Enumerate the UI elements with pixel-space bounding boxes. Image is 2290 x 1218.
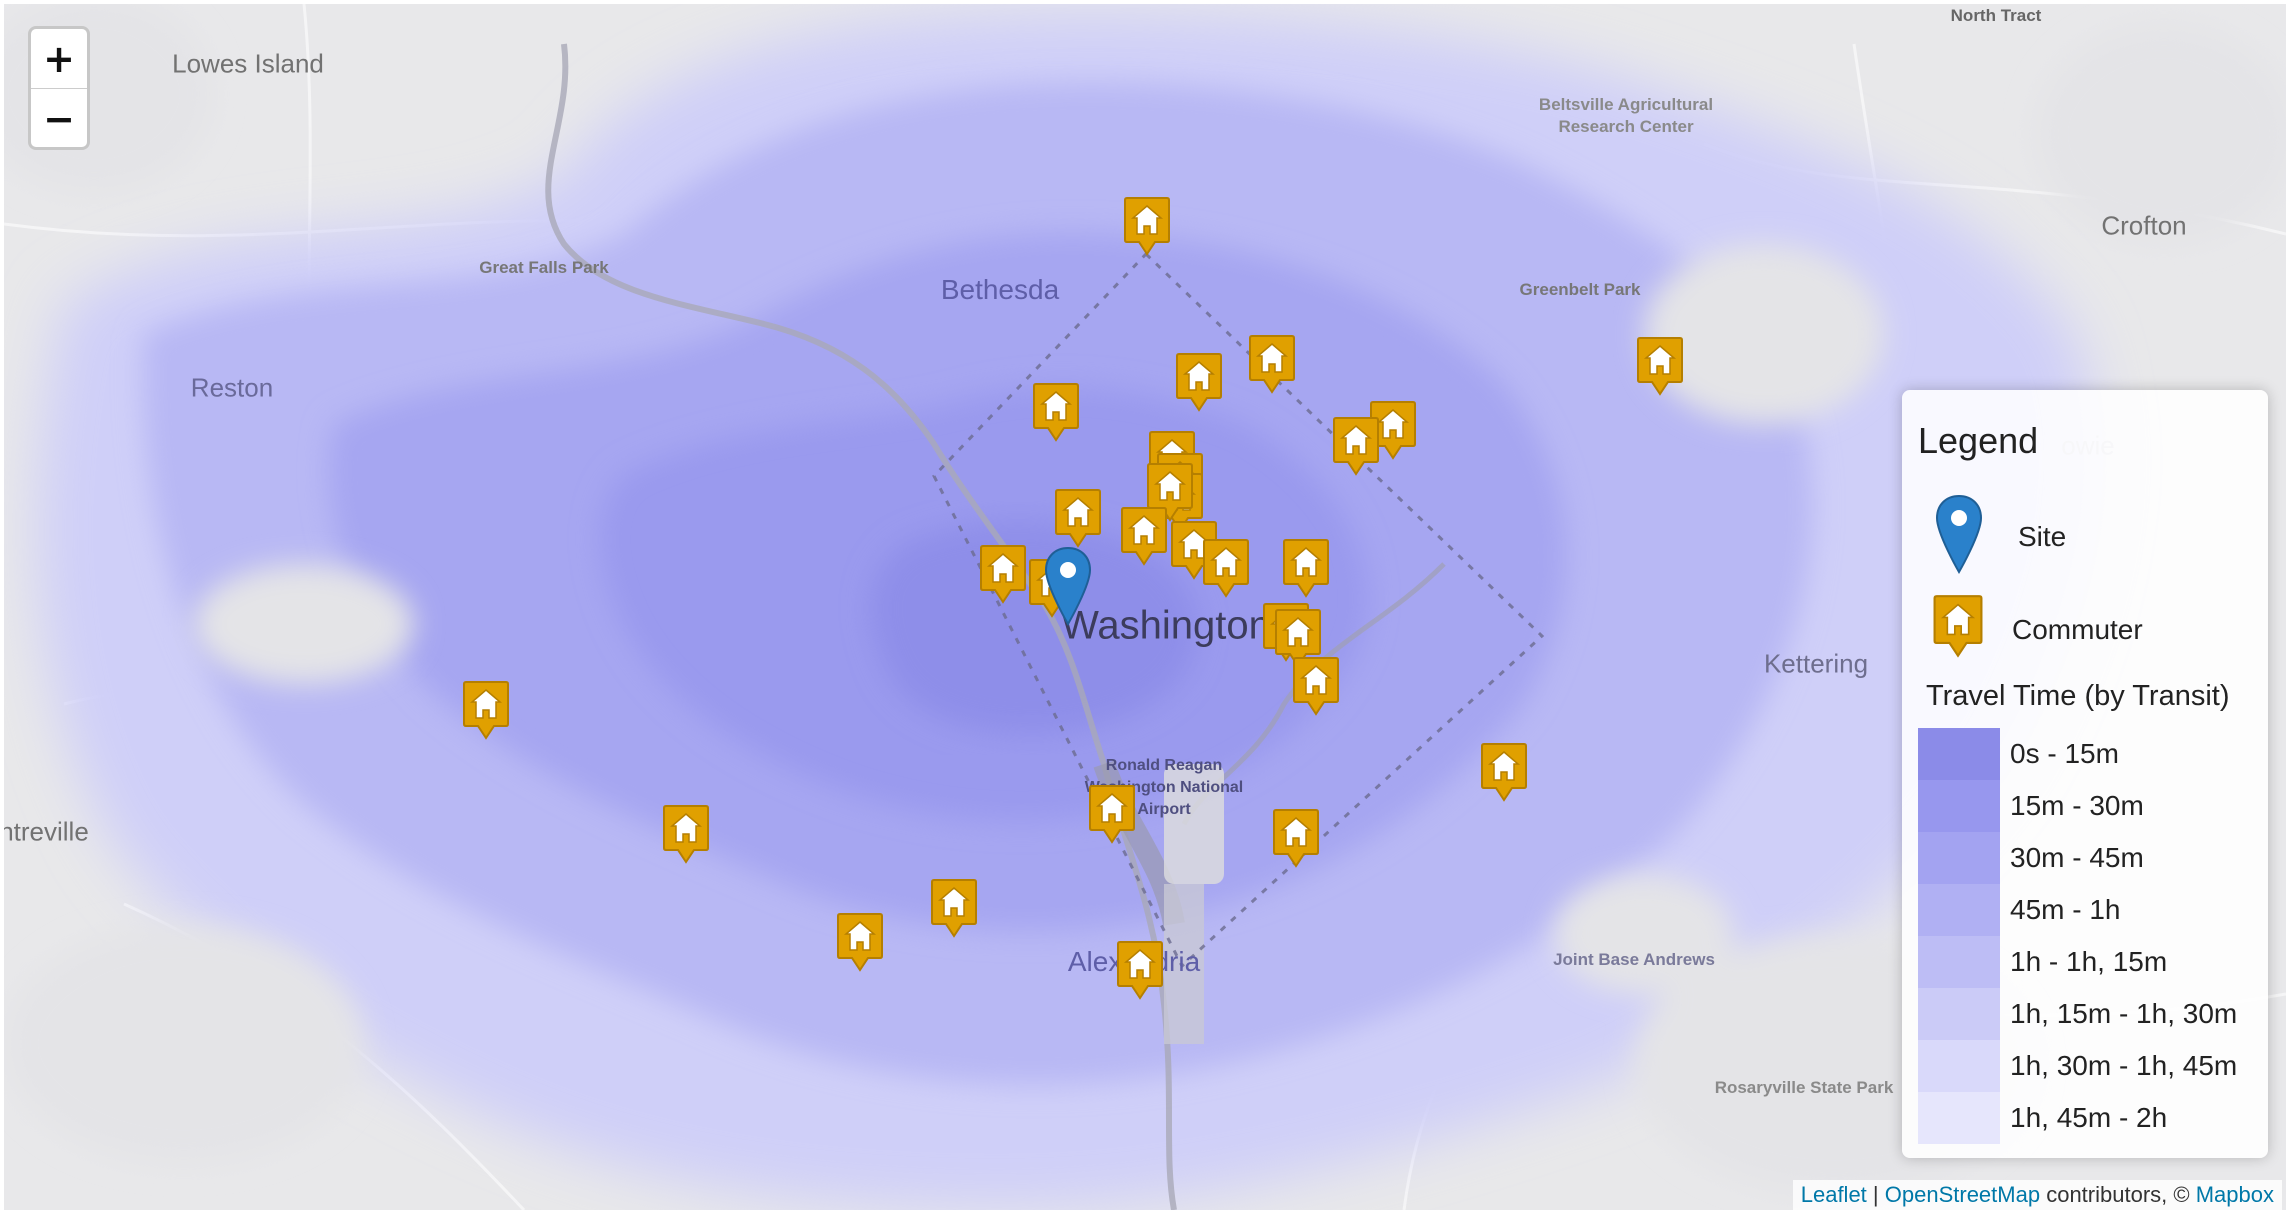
commuter-marker-icon[interactable] bbox=[1248, 334, 1296, 396]
travel-time-swatch bbox=[1918, 988, 2000, 1040]
map-canvas[interactable]: North Tract Lowes Island Beltsville Agri… bbox=[4, 4, 2286, 1210]
site-marker-icon[interactable] bbox=[1043, 546, 1093, 626]
commuter-marker-icon[interactable] bbox=[1123, 196, 1171, 258]
commuter-marker-icon[interactable] bbox=[462, 680, 510, 742]
travel-time-swatch bbox=[1918, 780, 2000, 832]
commuter-marker-icon[interactable] bbox=[1636, 336, 1684, 398]
travel-time-bin: 1h - 1h, 15m bbox=[1918, 936, 2258, 988]
commuter-marker-icon[interactable] bbox=[1032, 382, 1080, 444]
travel-time-bin: 45m - 1h bbox=[1918, 884, 2258, 936]
map-attribution: Leaflet | OpenStreetMap contributors, © … bbox=[1792, 1180, 2282, 1210]
legend-commuter-label: Commuter bbox=[2012, 613, 2143, 645]
travel-time-bin: 1h, 15m - 1h, 30m bbox=[1918, 988, 2258, 1040]
house-marker-icon bbox=[1932, 594, 1984, 665]
commuter-marker-icon[interactable] bbox=[1480, 742, 1528, 804]
travel-time-bin: 1h, 45m - 2h bbox=[1918, 1092, 2258, 1144]
place-label: Greenbelt Park bbox=[1519, 280, 1641, 299]
legend-site-entry: Site bbox=[1932, 494, 2066, 579]
travel-time-bin: 15m - 30m bbox=[1918, 780, 2258, 832]
mapbox-link[interactable]: Mapbox bbox=[2196, 1182, 2274, 1207]
place-label: Reston bbox=[190, 372, 274, 403]
commuter-marker-icon[interactable] bbox=[1332, 416, 1380, 478]
place-label: Kettering bbox=[1763, 648, 1869, 679]
travel-time-label: 0s - 15m bbox=[2010, 738, 2119, 769]
place-label: Great Falls Park bbox=[479, 258, 609, 277]
travel-time-label: 1h - 1h, 15m bbox=[2010, 946, 2168, 977]
commuter-marker-icon[interactable] bbox=[1054, 488, 1102, 550]
travel-time-label: 1h, 30m - 1h, 45m bbox=[2010, 1050, 2238, 1081]
place-label: Bethesda bbox=[940, 274, 1060, 305]
attribution-separator: | bbox=[1872, 1182, 1879, 1207]
travel-time-title: Travel Time (by Transit) bbox=[1926, 680, 2230, 712]
travel-time-swatch bbox=[1918, 1092, 2000, 1144]
travel-time-swatch bbox=[1918, 884, 2000, 936]
openstreetmap-link[interactable]: OpenStreetMap bbox=[1885, 1182, 2040, 1207]
legend-commuter-entry: Commuter bbox=[1932, 594, 2143, 665]
travel-time-swatch bbox=[1918, 1040, 2000, 1092]
commuter-marker-icon[interactable] bbox=[1202, 538, 1250, 600]
travel-time-label: 30m - 45m bbox=[2010, 842, 2144, 873]
commuter-marker-icon[interactable] bbox=[1272, 808, 1320, 870]
travel-time-label: 45m - 1h bbox=[2010, 894, 2121, 925]
place-label: Rosaryville State Park bbox=[1714, 1078, 1894, 1097]
commuter-marker-icon[interactable] bbox=[662, 804, 710, 866]
place-label: ntreville bbox=[4, 816, 89, 847]
place-label: Beltsville Agricultural Research Center bbox=[1538, 95, 1714, 136]
travel-time-swatch bbox=[1918, 832, 2000, 884]
zoom-control: + − bbox=[28, 26, 90, 150]
place-label: Joint Base Andrews bbox=[1553, 950, 1715, 969]
commuter-marker-icon[interactable] bbox=[1175, 352, 1223, 414]
travel-time-label: 15m - 30m bbox=[2010, 790, 2144, 821]
legend-panel: Legend Site Commuter Travel Time (by Tra… bbox=[1902, 390, 2268, 1158]
commuter-marker-icon[interactable] bbox=[979, 544, 1027, 606]
travel-time-label: 1h, 45m - 2h bbox=[2010, 1102, 2168, 1133]
travel-time-swatch bbox=[1918, 728, 2000, 780]
zoom-in-button[interactable]: + bbox=[31, 29, 87, 88]
place-label: North Tract bbox=[1950, 6, 2042, 25]
commuter-marker-icon[interactable] bbox=[1088, 784, 1136, 846]
legend-site-label: Site bbox=[2018, 520, 2067, 552]
site-pin-icon bbox=[1932, 494, 1986, 579]
travel-time-bin: 1h, 30m - 1h, 45m bbox=[1918, 1040, 2258, 1092]
commuter-marker-icon[interactable] bbox=[1282, 538, 1330, 600]
travel-time-swatch bbox=[1918, 936, 2000, 988]
legend-title: Legend bbox=[1918, 420, 2039, 461]
zoom-out-button[interactable]: − bbox=[31, 88, 87, 147]
commuter-marker-icon[interactable] bbox=[1116, 940, 1164, 1002]
travel-time-label: 1h, 15m - 1h, 30m bbox=[2010, 998, 2238, 1029]
place-label: Crofton bbox=[2101, 210, 2187, 241]
place-label: Lowes Island bbox=[172, 48, 324, 79]
leaflet-link[interactable]: Leaflet bbox=[1801, 1182, 1867, 1207]
commuter-marker-icon[interactable] bbox=[1120, 506, 1168, 568]
travel-time-bin: 30m - 45m bbox=[1918, 832, 2258, 884]
attribution-contributors: contributors, © bbox=[2046, 1182, 2190, 1207]
commuter-marker-icon[interactable] bbox=[930, 878, 978, 940]
commuter-marker-icon[interactable] bbox=[1292, 656, 1340, 718]
commuter-marker-icon[interactable] bbox=[836, 912, 884, 974]
travel-time-bin: 0s - 15m bbox=[1918, 728, 2258, 780]
